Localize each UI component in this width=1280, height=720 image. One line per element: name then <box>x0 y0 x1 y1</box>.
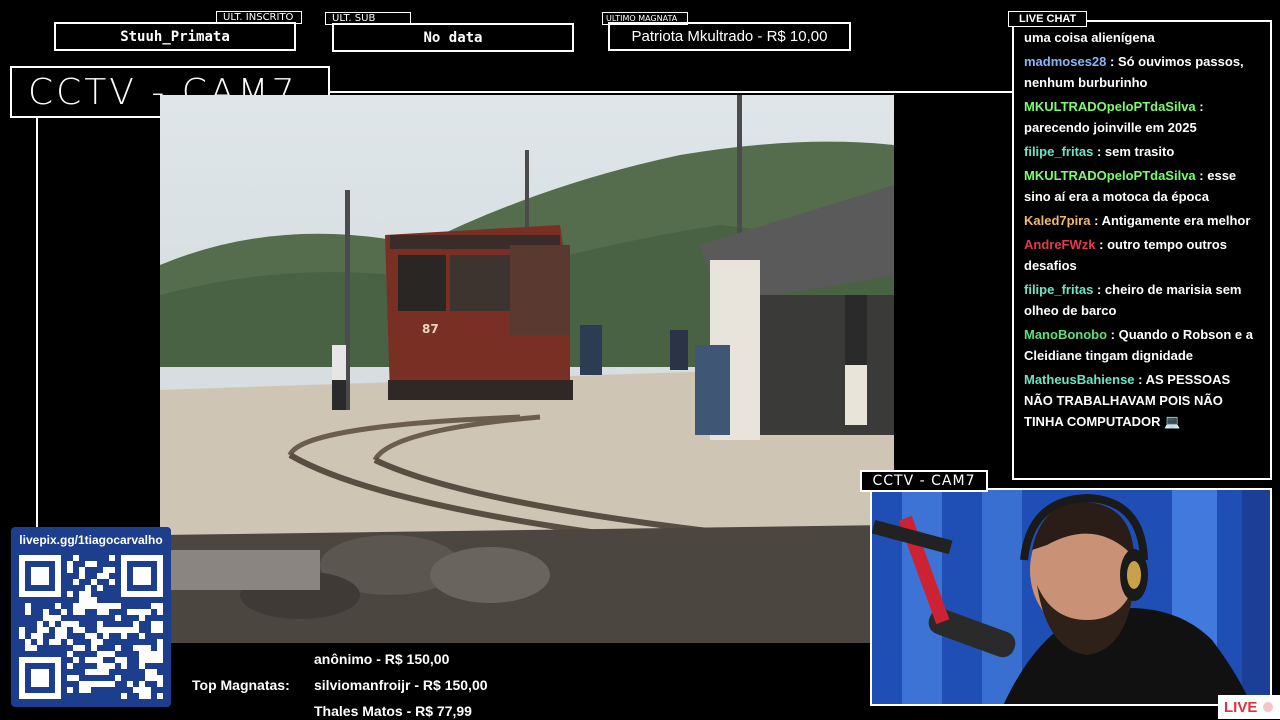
live-chat-panel[interactable]: uma coisa alienígena madmoses28 : Só ouvi… <box>1012 20 1272 480</box>
webcam-feed <box>870 488 1272 706</box>
webcam-title: CCTV - CAM7 <box>860 470 988 492</box>
chat-message: MKULTRADOpeloPTdaSilva : parecendo joinv… <box>1014 96 1270 138</box>
chat-message: MKULTRADOpeloPTdaSilva : esse sino aí er… <box>1014 165 1270 207</box>
tram-number: 87 <box>422 322 439 336</box>
last-sub-box: No data <box>332 23 574 52</box>
live-chat-title: LIVE CHAT <box>1008 11 1088 27</box>
qr-code-icon <box>19 555 163 699</box>
chat-message: ManoBonobo : Quando o Robson e a Cleidia… <box>1014 324 1270 366</box>
chat-text: : Antigamente era melhor <box>1094 213 1251 228</box>
top-magnata-entry: silviomanfroijr - R$ 150,00 <box>314 677 488 693</box>
donation-qr-panel[interactable]: livepix.gg/1tiagocarvalho <box>11 527 171 707</box>
chat-username[interactable]: filipe_fritas <box>1024 282 1093 297</box>
chat-text: uma coisa alienígena <box>1024 30 1155 45</box>
top-magnata-entry: anônimo - R$ 150,00 <box>314 651 450 667</box>
last-magnata-box: Patriota Mkultrado - R$ 10,00 <box>608 22 851 51</box>
chat-username[interactable]: filipe_fritas <box>1024 144 1093 159</box>
chat-message: uma coisa alienígena <box>1014 27 1270 48</box>
chat-message: Kaled7pira : Antigamente era melhor <box>1014 210 1270 231</box>
live-badge-label: LIVE <box>1224 698 1258 716</box>
tram-scene-illustration: 87 <box>160 95 894 643</box>
chat-username[interactable]: MKULTRADOpeloPTdaSilva <box>1024 99 1196 114</box>
chat-message: MatheusBahiense : AS PESSOAS NÃO TRABALH… <box>1014 369 1270 432</box>
chat-username[interactable]: Kaled7pira <box>1024 213 1090 228</box>
top-magnata-entry: Thales Matos - R$ 77,99 <box>314 703 472 719</box>
live-badge: LIVE <box>1218 695 1280 719</box>
top-magnatas-label: Top Magnatas: <box>192 677 290 693</box>
chat-message-list: uma coisa alienígena madmoses28 : Só ouvi… <box>1014 22 1270 432</box>
chat-username[interactable]: MKULTRADOpeloPTdaSilva <box>1024 168 1196 183</box>
chat-message: madmoses28 : Só ouvimos passos, nenhum b… <box>1014 51 1270 93</box>
chat-username[interactable]: madmoses28 <box>1024 54 1106 69</box>
live-dot-icon <box>1263 702 1274 712</box>
chat-text: : sem trasito <box>1096 144 1175 159</box>
chat-message: AndreFWzk : outro tempo outros desafios <box>1014 234 1270 276</box>
chat-message: filipe_fritas : sem trasito <box>1014 141 1270 162</box>
last-follower-box: Stuuh_Primata <box>54 22 296 51</box>
chat-username[interactable]: AndreFWzk <box>1024 237 1096 252</box>
frame-line-vertical <box>36 93 38 529</box>
donation-url: livepix.gg/1tiagocarvalho <box>19 533 163 547</box>
main-video: 87 <box>160 95 894 643</box>
chat-message: filipe_fritas : cheiro de marisia sem ol… <box>1014 279 1270 321</box>
chat-username[interactable]: ManoBonobo <box>1024 327 1107 342</box>
chat-username[interactable]: MatheusBahiense <box>1024 372 1135 387</box>
webcam-illustration <box>872 490 1270 704</box>
